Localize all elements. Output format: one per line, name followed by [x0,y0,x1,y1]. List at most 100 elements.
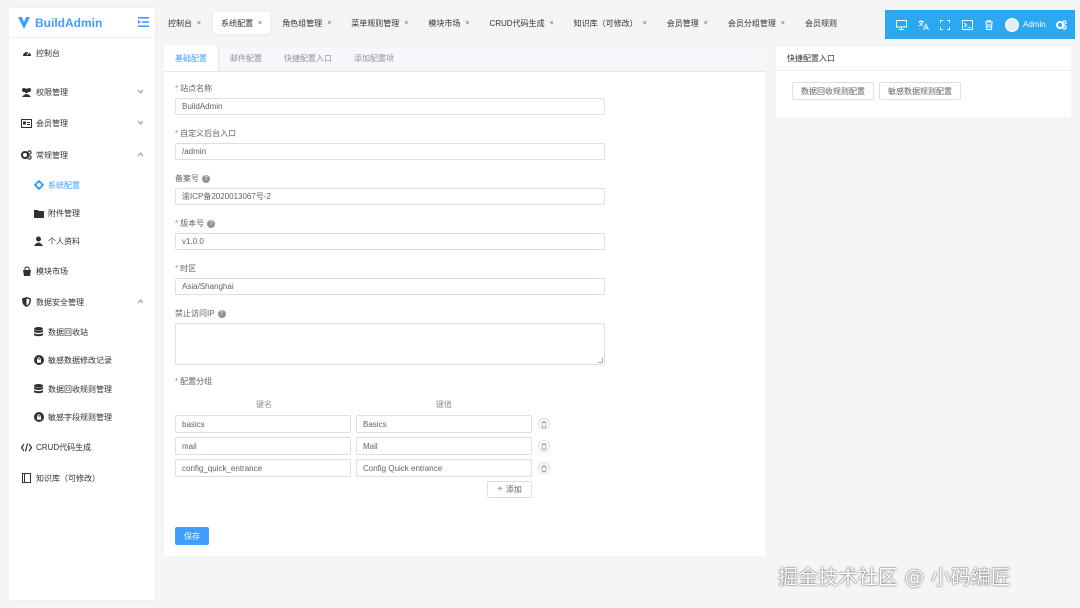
group-value-input[interactable]: Config Quick entrance [356,459,532,477]
site-name-input[interactable]: BuildAdmin [175,98,605,115]
sidebar-item-label: CRUD代码生成 [36,442,92,452]
monitor-icon[interactable] [895,19,907,31]
users-icon [21,87,32,98]
sidebar-item-label: 控制台 [36,48,60,58]
sidebar-item-recycle-rules[interactable]: 数据回收规则管理 [9,377,155,401]
sidebar-item-attachments[interactable]: 附件管理 [9,201,155,225]
close-icon[interactable]: × [197,20,201,27]
tab-quick-entrance[interactable]: 快捷配置入口 [273,46,343,71]
sidebar-item-knowledge[interactable]: 知识库（可修改） [9,466,155,490]
sidebar-item-label: 个人资料 [48,236,80,246]
sidebar-item-sensitive-log[interactable]: 敏感数据修改记录 [9,348,155,372]
sidebar-item-label: 敏感字段规则管理 [48,412,112,422]
sidebar-item-crud[interactable]: CRUD代码生成 [9,435,155,459]
user-name[interactable]: Admin [1023,20,1046,29]
tab-mail-config[interactable]: 邮件配置 [219,46,273,71]
terminal-icon[interactable] [961,19,973,31]
brand[interactable]: BuildAdmin [9,8,155,38]
tab-bar: 控制台 × 系统配置 × 角色组管理 × 菜单规则管理 × 模块市场 × CRUD代码生成… [160,8,885,38]
tab-system-config[interactable]: 系统配置 × [213,12,271,34]
sidebar: BuildAdmin 控制台 权限管理 会员管理 常规管理 系统配置 附件管理 … [9,8,155,600]
fullscreen-icon[interactable] [939,19,951,31]
lock-icon [33,412,44,423]
folder-icon [33,208,44,219]
lock-icon [33,355,44,366]
close-icon[interactable]: × [327,20,331,27]
sidebar-item-label: 知识库（可修改） [36,473,100,483]
close-icon[interactable]: × [704,20,708,27]
save-button[interactable]: 保存 [175,527,209,545]
tab-label: 角色组管理 [282,18,323,28]
version-label: * 版本号? [175,218,216,229]
shield-icon [21,297,32,308]
id-card-icon [21,118,32,129]
sidebar-item-members[interactable]: 会员管理 [9,111,155,135]
record-number-input[interactable]: 渝ICP备2020013067号-2 [175,188,605,205]
close-icon[interactable]: × [404,20,408,27]
site-name-label: * 站点名称 [175,84,213,93]
sidebar-item-dashboard[interactable]: 控制台 [9,41,155,65]
version-input[interactable]: v1.0.0 [175,233,605,250]
sensitive-rules-config-button[interactable]: 敏感数据规则配置 [879,82,961,100]
sidebar-item-profile[interactable]: 个人资料 [9,229,155,253]
no-access-ip-label: 禁止访问IP? [175,308,226,319]
close-icon[interactable]: × [643,20,647,27]
sidebar-item-permissions[interactable]: 权限管理 [9,80,155,104]
trash-icon [541,420,547,428]
tab-menu-rules[interactable]: 菜单规则管理 × [343,12,416,34]
sidebar-item-sensitive-rules[interactable]: 敏感字段规则管理 [9,405,155,429]
group-value-input[interactable]: Mail [356,437,532,455]
group-value-input[interactable]: Basics [356,415,532,433]
help-icon: ? [207,219,216,228]
sidebar-item-module-market[interactable]: 模块市场 [9,259,155,283]
no-access-ip-textarea[interactable] [175,323,605,365]
tab-role-groups[interactable]: 角色组管理 × [274,12,339,34]
recycle-rules-config-button[interactable]: 数据回收规则配置 [792,82,874,100]
sidebar-item-data-security[interactable]: 数据安全管理 [9,290,155,314]
delete-row-button[interactable] [538,462,550,474]
brand-name: BuildAdmin [35,15,103,30]
config-tabs: 基础配置 邮件配置 快捷配置入口 添加配置项 [164,46,765,72]
group-key-input[interactable]: mail [175,437,351,455]
resize-handle-icon [598,358,603,363]
close-icon[interactable]: × [781,20,785,27]
avatar[interactable] [1005,17,1019,32]
sidebar-item-label: 敏感数据修改记录 [48,355,112,365]
tab-members[interactable]: 会员管理 × [659,12,716,34]
tab-add-config-item[interactable]: 添加配置项 [343,46,405,71]
sidebar-item-system-config[interactable]: 系统配置 [9,173,155,197]
tab-basic-config[interactable]: 基础配置 [164,46,219,71]
group-key-input[interactable]: basics [175,415,351,433]
timezone-input[interactable]: Asia/Shanghai [175,278,605,295]
database-icon [33,327,44,338]
tab-member-groups[interactable]: 会员分组管理 × [720,12,793,34]
sidebar-item-general[interactable]: 常规管理 [9,143,155,167]
tab-member-rules[interactable]: 会员规则 [797,12,845,34]
cogs-icon[interactable] [1056,19,1068,31]
menu-fold-icon[interactable] [138,17,149,27]
add-row-button[interactable]: + 添加 [487,481,532,498]
sidebar-item-label: 常规管理 [36,150,68,160]
value-column-header: 键值 [436,400,452,409]
quick-entrance-card: 快捷配置入口 数据回收规则配置 敏感数据规则配置 [776,47,1071,117]
close-icon[interactable]: × [465,20,469,27]
close-icon[interactable]: × [550,20,554,27]
translate-icon[interactable] [917,19,929,31]
tab-dashboard[interactable]: 控制台 × [160,12,209,34]
plus-icon: + [497,484,503,495]
delete-row-button[interactable] [538,418,550,430]
quick-entrance-title: 快捷配置入口 [776,47,1071,71]
close-icon[interactable]: × [258,20,262,27]
backend-entrance-label: * 自定义后台入口 [175,129,237,138]
sidebar-item-recycle-bin[interactable]: 数据回收站 [9,320,155,344]
tab-knowledge[interactable]: 知识库（可修改） × [566,12,655,34]
tab-module-market[interactable]: 模块市场 × [420,12,477,34]
tab-crud[interactable]: CRUD代码生成 × [481,12,561,34]
sidebar-item-label: 模块市场 [36,266,68,276]
delete-row-button[interactable] [538,440,550,452]
tab-label: CRUD代码生成 [489,18,545,28]
backend-entrance-input[interactable]: /admin [175,143,605,160]
user-icon [33,236,44,247]
trash-icon[interactable] [983,19,995,31]
group-key-input[interactable]: config_quick_entrance [175,459,351,477]
